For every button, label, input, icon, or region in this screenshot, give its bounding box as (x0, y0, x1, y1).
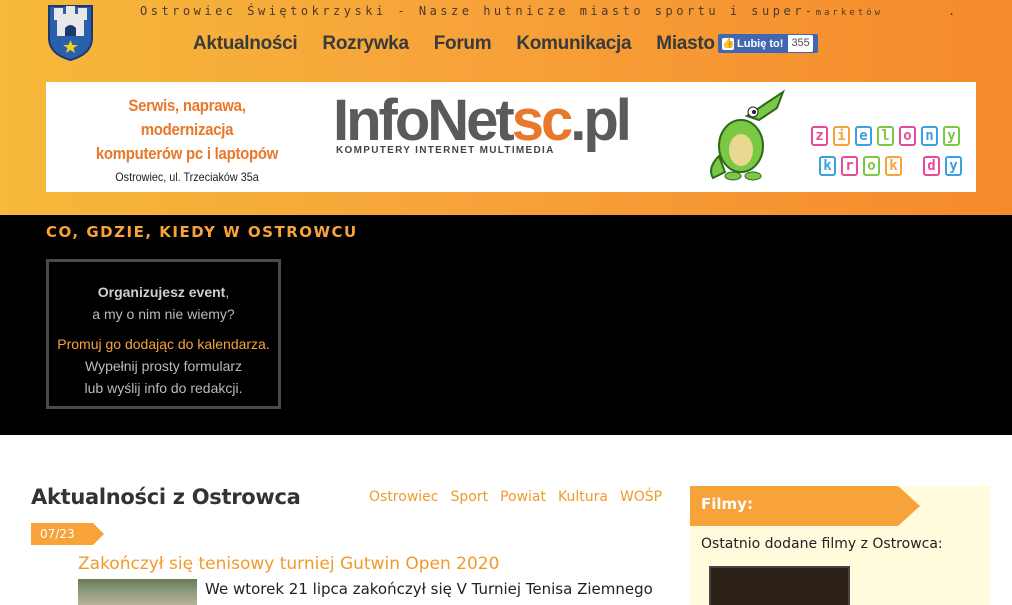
news-section-title: Aktualności z Ostrowca (31, 485, 301, 509)
main-nav: Aktualności Rozrywka Forum Komunikacja M… (193, 33, 740, 55)
fb-like-count: 355 (788, 35, 813, 52)
films-sidebar: Filmy: Ostatnio dodane filmy z Ostrowca: (690, 486, 990, 605)
site-tagline: Ostrowiec Świętokrzyski - Nasze hutnicze… (140, 4, 884, 18)
event-prompt-question: a my o nim nie wiemy? (92, 306, 235, 322)
films-heading: Filmy: (690, 486, 920, 526)
category-powiat[interactable]: Powiat (500, 489, 546, 505)
infonet-tagline: KOMPUTERY INTERNET MULTIMEDIA (336, 145, 555, 156)
news-categories: Ostrowiec Sport Powiat Kultura WOŚP (369, 489, 674, 505)
banner-address: Ostrowiec, ul. Trzeciaków 35a (115, 170, 259, 184)
films-subtitle: Ostatnio dodane filmy z Ostrowca: (701, 536, 943, 552)
fill-form-link[interactable]: Wypełnij prosty formularz (49, 355, 278, 377)
article-title-link[interactable]: Zakończył się tenisowy turniej Gutwin Op… (78, 554, 499, 574)
banner-line-1: Serwis, naprawa, modernizacja (128, 96, 246, 139)
banner-line-2: komputerów pc i laptopów (95, 144, 279, 163)
category-ostrowiec[interactable]: Ostrowiec (369, 489, 438, 505)
article-date-badge: 07/23 (31, 523, 104, 545)
ad-banner[interactable]: Serwis, naprawa, modernizacja komputerów… (46, 82, 976, 192)
category-kultura[interactable]: Kultura (558, 489, 608, 505)
banner-service-text: Serwis, naprawa, modernizacja komputerów… (72, 94, 302, 184)
city-coat-of-arms-logo[interactable] (45, 2, 96, 61)
event-prompt-bold: Organizujesz event (97, 284, 226, 300)
nav-item-miasto[interactable]: Miasto (656, 33, 715, 55)
promote-event-link[interactable]: Promuj go dodając do kalendarza. (49, 333, 278, 355)
infonet-logo: InfoNetsc.pl (333, 88, 632, 153)
article-thumbnail[interactable] (78, 579, 197, 605)
events-title: CO, GDZIE, KIEDY W OSTROWCU (46, 223, 358, 241)
site-header: Ostrowiec Świętokrzyski - Nasze hutnicze… (0, 0, 1012, 215)
add-event-box: Organizujesz event, a my o nim nie wiemy… (46, 259, 281, 409)
article-excerpt: We wtorek 21 lipca zakończył się V Turni… (205, 580, 653, 598)
send-info-link[interactable]: lub wyślij info do redakcji. (49, 377, 278, 399)
nav-item-rozrywka[interactable]: Rozrywka (322, 33, 409, 55)
category-sport[interactable]: Sport (450, 489, 488, 505)
tagline-dot: . (948, 4, 956, 18)
thumbs-up-icon: 👍 (722, 37, 735, 50)
fb-like-label: Lubię to! (737, 37, 784, 50)
nav-item-forum[interactable]: Forum (434, 33, 492, 55)
facebook-like-button[interactable]: 👍 Lubię to! 355 (718, 34, 818, 53)
category-wosp[interactable]: WOŚP (620, 489, 662, 505)
events-section: CO, GDZIE, KIEDY W OSTROWCU Organizujesz… (0, 215, 1012, 435)
nav-item-aktualnosci[interactable]: Aktualności (193, 33, 298, 55)
film-thumbnail[interactable] (709, 566, 850, 605)
nav-item-komunikacja[interactable]: Komunikacja (516, 33, 631, 55)
zielony-krokodyl-logo: z i e l o n y k r o k d y (811, 126, 971, 182)
crocodile-mascot-icon (710, 89, 786, 181)
